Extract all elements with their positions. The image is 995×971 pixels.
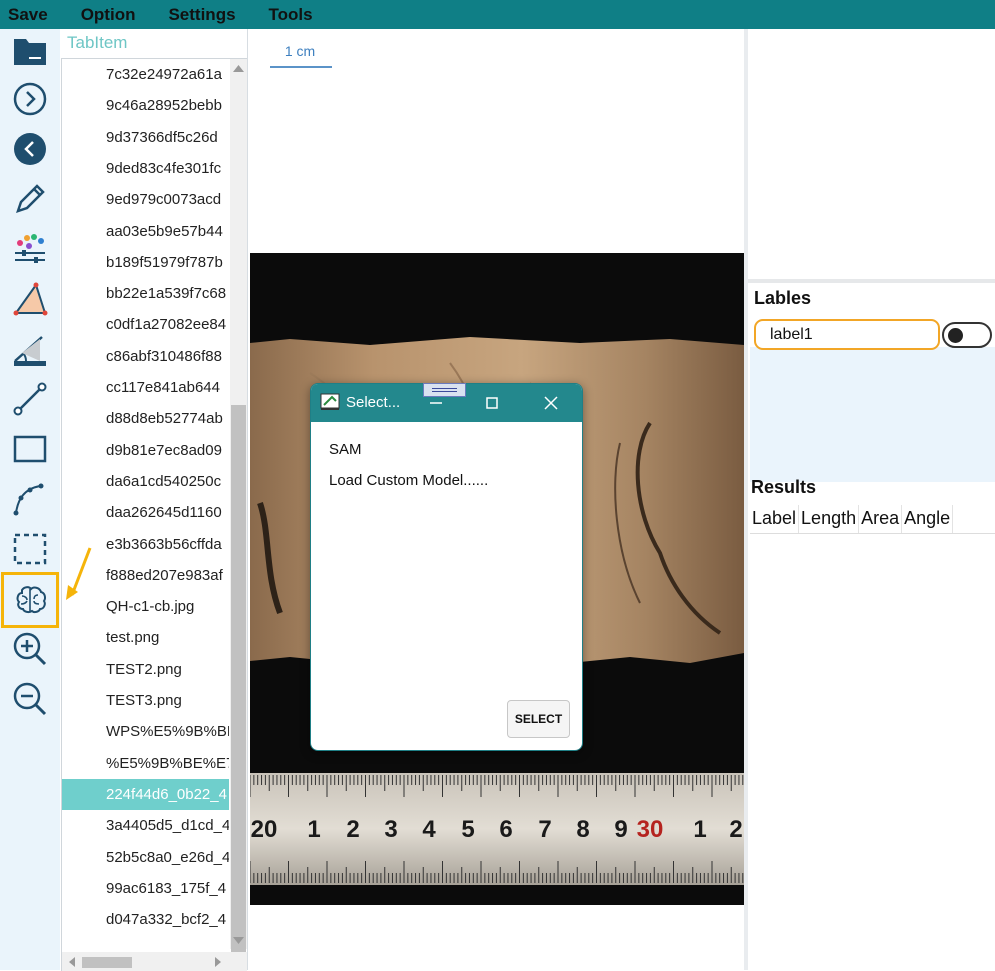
- labels-title: Lables: [754, 288, 812, 308]
- annotation-arrow-tool: [70, 547, 92, 596]
- results-col-angle[interactable]: Angle: [902, 505, 954, 533]
- results-col-area[interactable]: Area: [859, 505, 903, 533]
- model-option-custom[interactable]: Load Custom Model......: [329, 472, 488, 489]
- toggle-knob: [948, 328, 963, 343]
- maximize-icon[interactable]: [482, 393, 502, 413]
- labels-list: [750, 347, 995, 482]
- right-panel: Lables label1 Results Label Length Area …: [748, 29, 995, 970]
- select-model-dialog: Select... SAM Load Custom Model...... SE…: [310, 383, 583, 751]
- label-toggle[interactable]: [942, 322, 992, 348]
- close-icon[interactable]: [541, 393, 561, 413]
- results-header: Label Length Area Angle: [750, 505, 995, 534]
- results-col-length[interactable]: Length: [799, 505, 860, 533]
- model-option-sam[interactable]: SAM: [329, 441, 362, 458]
- results-col-label[interactable]: Label: [750, 505, 800, 533]
- preview-area: [748, 29, 995, 283]
- dialog-title: Select...: [346, 394, 401, 411]
- label-input[interactable]: label1: [754, 319, 940, 350]
- select-button[interactable]: SELECT: [507, 700, 570, 738]
- results-title: Results: [751, 477, 817, 497]
- app-icon: [320, 393, 340, 410]
- dialog-drag-grip[interactable]: [423, 383, 466, 397]
